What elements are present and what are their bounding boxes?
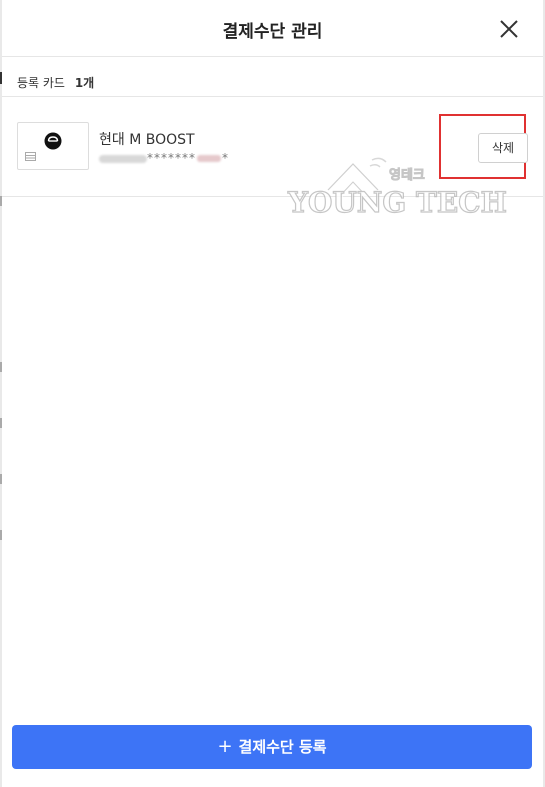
- modal-title: 결제수단 관리: [222, 22, 323, 42]
- watermark: 영테크 YOUNG TECH: [284, 150, 508, 240]
- delete-card-button[interactable]: 삭제: [478, 133, 528, 163]
- registered-card-count-value: 1개: [74, 76, 95, 90]
- payment-method-modal: 결제수단 관리 등록 카드 1개 현대 M BOOST ******* * 삭제…: [2, 0, 543, 787]
- watermark-brand-korean: 영테크: [389, 168, 426, 184]
- card-number-blurred-mid: [197, 155, 221, 162]
- background-edge-mark: [0, 530, 2, 540]
- close-icon: [500, 20, 518, 38]
- registered-card-label: 등록 카드: [17, 76, 65, 90]
- registered-card-count: 등록 카드 1개: [17, 74, 94, 91]
- card-thumbnail: [17, 122, 89, 170]
- card-number: ******* *: [99, 151, 229, 165]
- close-button[interactable]: [498, 18, 520, 40]
- card-number-blurred: [99, 154, 147, 163]
- background-edge-mark: [0, 418, 2, 428]
- plus-icon: +: [217, 736, 233, 757]
- modal-header: 결제수단 관리: [2, 0, 543, 57]
- card-logo-icon: [44, 132, 62, 150]
- background-edge-mark: [0, 474, 2, 484]
- background-edge-mark: [0, 196, 2, 206]
- card-number-mask: *******: [147, 151, 196, 165]
- background-edge-mark: [0, 362, 2, 372]
- watermark-brand: YOUNG TECH: [287, 185, 507, 219]
- card-chip-icon: [25, 152, 36, 161]
- register-payment-label: 결제수단 등록: [238, 738, 327, 756]
- card-name: 현대 M BOOST: [99, 132, 195, 148]
- background-edge-mark: [0, 72, 2, 84]
- card-number-mask-end: *: [222, 151, 229, 165]
- register-payment-button[interactable]: + 결제수단 등록: [12, 725, 532, 769]
